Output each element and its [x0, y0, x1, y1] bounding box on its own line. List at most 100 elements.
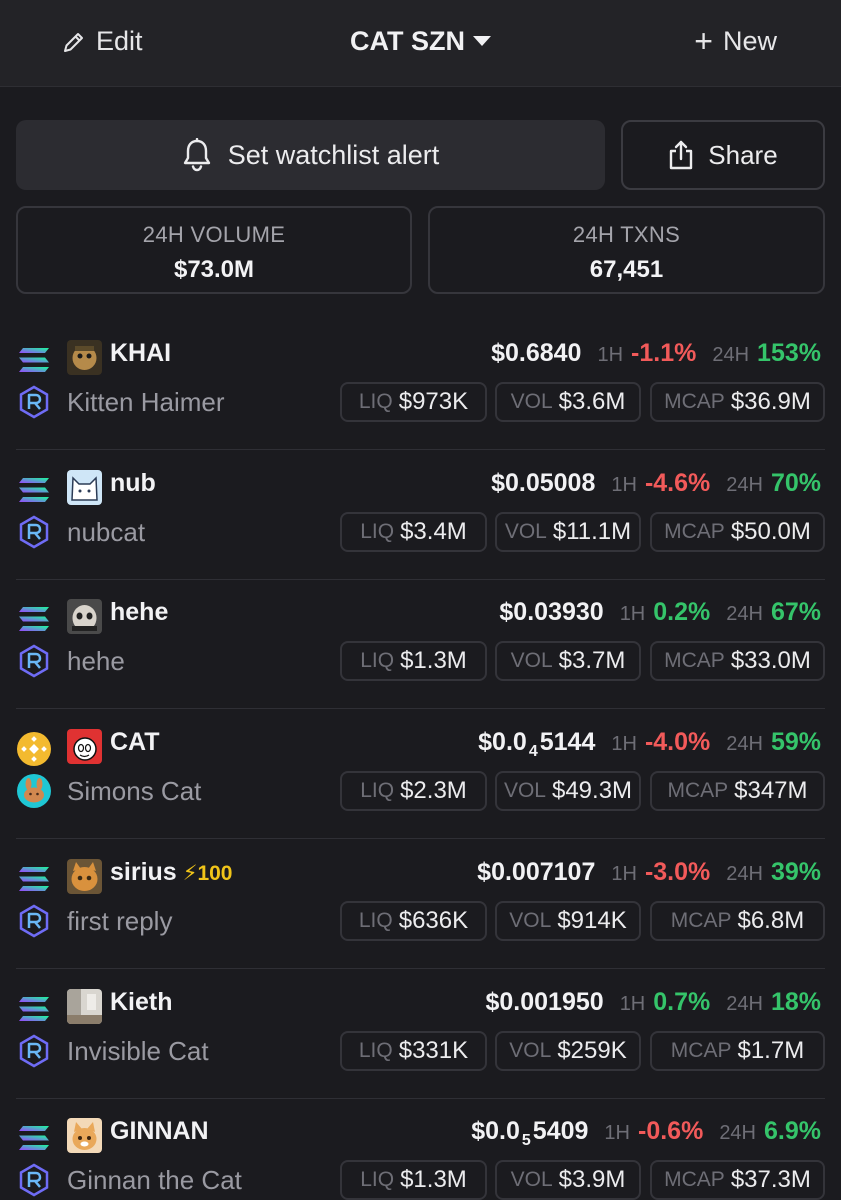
- token-name: Invisible Cat: [67, 1036, 209, 1066]
- token-price: $0.007107: [477, 858, 595, 887]
- liq-key: LIQ: [360, 779, 395, 802]
- boost-badge: ⚡100: [182, 862, 233, 885]
- price-zero-count: 4: [528, 743, 538, 760]
- mcap-value: $50.0M: [730, 518, 811, 545]
- token-symbol: GINNAN: [110, 1117, 209, 1145]
- price-main: $0.6840: [491, 339, 582, 367]
- token-avatar: [67, 859, 102, 894]
- token-price: $0.0 55409: [471, 1117, 588, 1150]
- vol-key: VOL: [504, 520, 547, 543]
- token-symbol: KHAI: [110, 339, 172, 367]
- volume-value: $73.0M: [173, 256, 255, 283]
- token-avatar: [67, 340, 102, 375]
- vol-value: $3.9M: [558, 1166, 626, 1193]
- token-price: $0.001950: [486, 988, 604, 1017]
- liq-value: $1.3M: [400, 1166, 467, 1193]
- raydium-icon: [16, 903, 52, 939]
- liq-key: LIQ: [360, 1168, 395, 1191]
- watchlist-title: CAT SZN: [350, 26, 465, 56]
- token-price: $0.05008: [491, 469, 595, 498]
- liquidity-chip: LIQ $636K: [340, 901, 487, 941]
- raydium-icon: [16, 1033, 52, 1069]
- token-symbol: nub: [110, 469, 156, 497]
- price-group: $0.007107 1H -3.0% 24H 39%: [477, 858, 821, 887]
- price-tail: 5409: [532, 1117, 589, 1145]
- token-symbol: hehe: [110, 598, 169, 626]
- change-1h: -4.0%: [644, 728, 711, 756]
- volume-stat-card: 24H VOLUME $73.0M: [16, 206, 412, 294]
- new-watchlist-button[interactable]: + New: [694, 25, 777, 57]
- tf-24h-label: 24H: [726, 733, 763, 755]
- liq-key: LIQ: [358, 390, 393, 413]
- token-ticker: sirius ⚡100: [110, 858, 233, 887]
- price-main: $0.0: [471, 1117, 520, 1145]
- mcap-key: MCAP: [664, 520, 725, 543]
- liq-value: $2.3M: [400, 777, 467, 804]
- solana-icon: [16, 342, 52, 378]
- price-main: $0.001950: [485, 988, 604, 1016]
- liquidity-chip: LIQ $1.3M: [340, 1160, 487, 1200]
- solana-icon: [16, 472, 52, 508]
- caret-down-icon: [473, 35, 491, 46]
- solana-icon: [16, 861, 52, 897]
- alert-label: Set watchlist alert: [227, 139, 440, 170]
- change-1h: -0.6%: [638, 1117, 704, 1145]
- change-24h: 39%: [770, 858, 821, 886]
- token-row-nub[interactable]: nub nubcat $0.05008 1H -4.6% 24H 70% LIQ…: [0, 450, 841, 580]
- change-1h: -4.6%: [644, 469, 711, 497]
- volume-chip: VOL $11.1M: [495, 512, 641, 552]
- liq-value: $1.3M: [400, 647, 467, 674]
- token-name: hehe: [67, 646, 125, 676]
- token-ticker: hehe: [110, 598, 168, 627]
- tf-1h-label: 1H: [597, 344, 624, 366]
- price-group: $0.6840 1H -1.1% 24H 153%: [491, 339, 821, 368]
- tf-1h-label: 1H: [619, 603, 646, 625]
- token-row-sirius[interactable]: sirius ⚡100 first reply $0.007107 1H -3.0…: [0, 839, 841, 969]
- liquidity-chip: LIQ $973K: [340, 382, 487, 422]
- token-row-cat[interactable]: CAT Simons Cat $0.0 45144 1H -4.0% 24H 59…: [0, 709, 841, 839]
- tf-1h-label: 1H: [611, 863, 637, 885]
- price-main: $0.03930: [499, 598, 604, 626]
- liq-value: $636K: [398, 907, 469, 934]
- pancakeswap-icon: [16, 773, 52, 809]
- mcap-value: $6.8M: [737, 907, 805, 934]
- solana-icon: [16, 991, 52, 1027]
- mcap-value: $36.9M: [730, 388, 811, 415]
- tf-24h-label: 24H: [726, 993, 763, 1015]
- vol-key: VOL: [509, 909, 552, 932]
- token-ticker: Kieth: [110, 988, 173, 1017]
- mcap-chip: MCAP $6.8M: [650, 901, 825, 941]
- token-row-khai[interactable]: KHAI Kitten Haimer $0.6840 1H -1.1% 24H …: [0, 320, 841, 450]
- token-name: Ginnan the Cat: [67, 1165, 242, 1195]
- raydium-icon: [16, 1162, 52, 1198]
- mcap-chip: MCAP $37.3M: [650, 1160, 825, 1200]
- price-group: $0.05008 1H -4.6% 24H 70%: [491, 469, 821, 498]
- set-watchlist-alert-button[interactable]: Set watchlist alert: [16, 120, 605, 190]
- volume-chip: VOL $259K: [495, 1031, 641, 1071]
- token-row-hehe[interactable]: hehe hehe $0.03930 1H 0.2% 24H 67% LIQ $1…: [0, 579, 841, 709]
- token-ticker: KHAI: [110, 339, 171, 368]
- tf-24h-label: 24H: [719, 1122, 757, 1144]
- vol-value: $3.7M: [558, 647, 626, 674]
- liq-key: LIQ: [360, 649, 395, 672]
- liquidity-chip: LIQ $1.3M: [340, 641, 487, 681]
- volume-chip: VOL $914K: [495, 901, 641, 941]
- token-symbol: Kieth: [110, 988, 173, 1016]
- share-button[interactable]: Share: [621, 120, 825, 190]
- liq-key: LIQ: [358, 1039, 393, 1062]
- token-row-kieth[interactable]: Kieth Invisible Cat $0.001950 1H 0.7% 24…: [0, 969, 841, 1099]
- mcap-key: MCAP: [664, 649, 725, 672]
- token-ticker: CAT: [110, 728, 160, 757]
- liq-value: $973K: [398, 388, 469, 415]
- liquidity-chip: LIQ $3.4M: [340, 512, 487, 552]
- vol-value: $3.6M: [558, 388, 626, 415]
- price-group: $0.03930 1H 0.2% 24H 67%: [499, 598, 821, 627]
- new-label: New: [722, 26, 777, 56]
- mcap-key: MCAP: [664, 390, 725, 413]
- token-avatar: [67, 989, 102, 1024]
- change-1h: 0.7%: [653, 988, 711, 1016]
- mcap-value: $347M: [734, 777, 808, 804]
- vol-key: VOL: [510, 1168, 553, 1191]
- token-name: Kitten Haimer: [67, 387, 225, 417]
- token-row-ginnan[interactable]: GINNAN Ginnan the Cat $0.0 55409 1H -0.6%…: [0, 1098, 841, 1200]
